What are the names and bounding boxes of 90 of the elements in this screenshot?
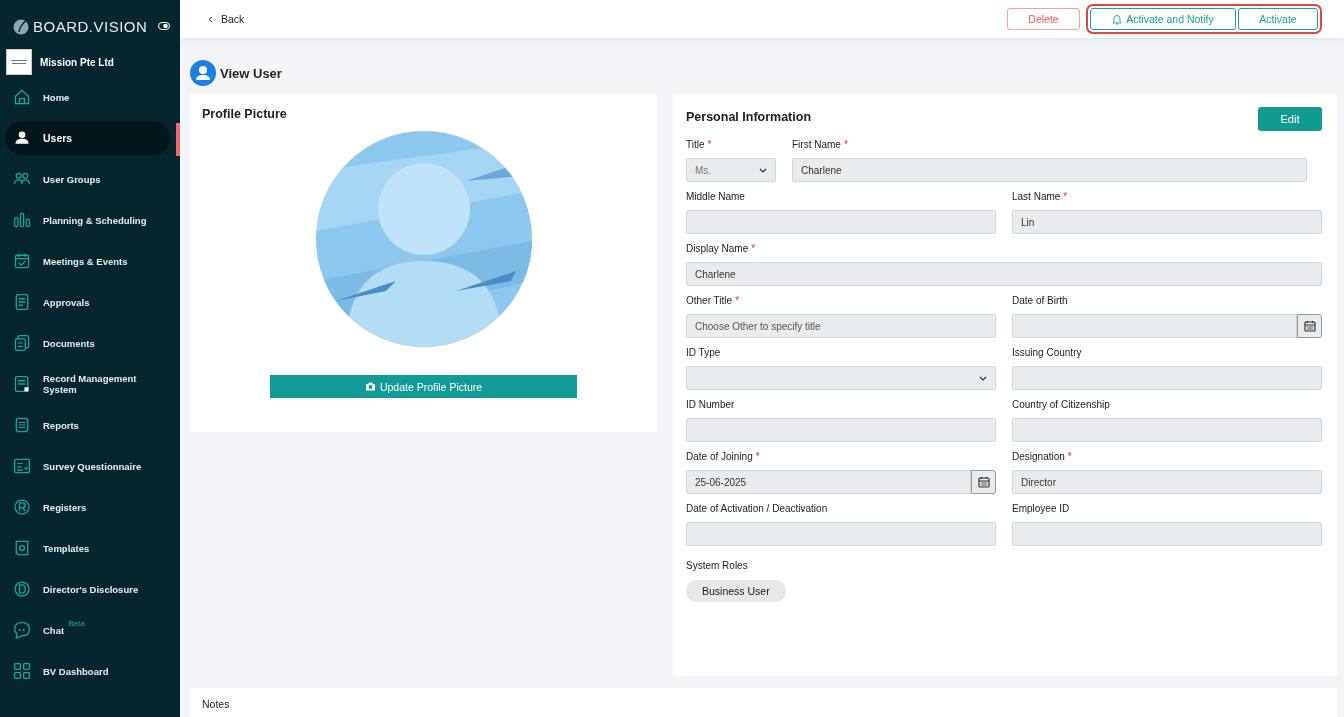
sidebar-item[interactable]: Planning & Scheduling [5, 203, 170, 237]
back-link[interactable]: Back [208, 13, 245, 25]
sidebar-item[interactable]: BV Dashboard [5, 654, 170, 688]
field-label: Middle Name [686, 191, 745, 203]
list-icon [13, 416, 31, 434]
input-field[interactable]: Charlene [792, 158, 1307, 182]
organization-name: Mission Pte Ltd [40, 56, 114, 68]
disclosure-icon [13, 580, 31, 598]
input-field[interactable]: Choose Other to specify title [686, 314, 996, 338]
required-mark: * [1063, 191, 1068, 203]
person-icon [13, 129, 31, 147]
bell-icon [1112, 13, 1123, 25]
field-label: Last Name [1012, 191, 1061, 203]
document-icon [13, 293, 31, 311]
required-mark: * [751, 243, 756, 255]
field-label: Issuing Country [1012, 347, 1082, 359]
card-title: Profile Picture [202, 107, 287, 121]
chat-icon [13, 621, 31, 639]
required-mark: * [843, 139, 848, 151]
role-tag: Business User [686, 580, 786, 602]
field-label: ID Number [686, 399, 735, 411]
sidebar-item[interactable]: Registers [5, 490, 170, 524]
grid-icon [13, 662, 31, 680]
survey-icon [13, 457, 31, 475]
calendar-button[interactable] [1297, 314, 1322, 338]
field-label: Title [686, 139, 705, 151]
date-field[interactable]: 25-06-2025 [686, 470, 971, 494]
input-field[interactable] [686, 418, 996, 442]
field-label: Date of Birth [1012, 295, 1068, 307]
field-label: First Name [792, 139, 841, 151]
sidebar-item[interactable]: Users [5, 121, 170, 155]
beta-label: Beta [68, 619, 85, 628]
field-label: Other Title [686, 295, 733, 307]
input-field[interactable] [686, 210, 996, 234]
sidebar-item[interactable]: Meetings & Events [5, 244, 170, 278]
logo-icon [12, 17, 30, 35]
field-label: System Roles [686, 560, 749, 572]
sidebar-item[interactable]: Home [5, 80, 170, 114]
sidebar-item[interactable]: Survey Questionnaire [5, 449, 170, 483]
sidebar-item[interactable]: User Groups [5, 162, 170, 196]
date-field[interactable] [1012, 314, 1297, 338]
field-label: ID Type [686, 347, 721, 359]
sidebar-item[interactable]: Reports [5, 408, 170, 442]
calendar-icon [13, 252, 31, 270]
input-field[interactable] [1012, 522, 1322, 546]
field-label: Date of Joining [686, 451, 753, 463]
calendar-icon [1303, 320, 1316, 332]
brand-name: BOARD.VISION [33, 17, 148, 35]
input-field[interactable] [1012, 366, 1322, 390]
field-label: Employee ID [1012, 503, 1070, 515]
sidebar-item[interactable]: Documents [5, 326, 170, 360]
registered-icon [13, 498, 31, 516]
required-mark: * [1067, 451, 1072, 463]
required-mark: * [735, 295, 740, 307]
sidebar-item[interactable]: Approvals [5, 285, 170, 319]
chevron-down-icon [979, 375, 987, 381]
chevron-left-icon [208, 15, 213, 23]
user-icon [190, 60, 216, 86]
field-label: Display Name [686, 243, 749, 255]
input-field[interactable] [686, 522, 996, 546]
input-field[interactable] [1012, 418, 1322, 442]
sidebar-item[interactable]: Chat Beta [5, 613, 170, 647]
calendar-button[interactable] [971, 470, 996, 494]
card-title: Notes [202, 698, 230, 710]
field-label: Country of Citizenship [1012, 399, 1110, 411]
page-title: View User [220, 65, 282, 81]
field-label: Designation [1012, 451, 1065, 463]
record-icon [13, 375, 31, 393]
select-field[interactable] [686, 366, 996, 390]
field-label: Date of Activation / Deactivation [686, 503, 828, 515]
camera-icon [364, 382, 376, 391]
input-field[interactable]: Director [1012, 470, 1322, 494]
required-mark: * [755, 451, 760, 463]
required-mark: * [707, 139, 712, 151]
sidebar-item[interactable]: Director's Disclosure [5, 572, 170, 606]
sidebar-item[interactable]: Record Management System [5, 367, 170, 401]
documents-icon [13, 334, 31, 352]
scrollbar-thumb[interactable] [176, 123, 180, 156]
toggle-icon[interactable] [158, 22, 170, 30]
bars-icon [13, 211, 31, 229]
house-icon [13, 88, 31, 106]
organization-logo [6, 49, 32, 75]
card-title: Personal Information [686, 110, 812, 124]
input-field[interactable]: Charlene [686, 262, 1322, 286]
chevron-down-icon [759, 167, 767, 173]
sidebar-item[interactable]: Templates [5, 531, 170, 565]
calendar-icon [977, 476, 990, 488]
input-field[interactable]: Lin [1012, 210, 1322, 234]
select-field[interactable]: Ms. [686, 158, 776, 182]
template-icon [13, 539, 31, 557]
